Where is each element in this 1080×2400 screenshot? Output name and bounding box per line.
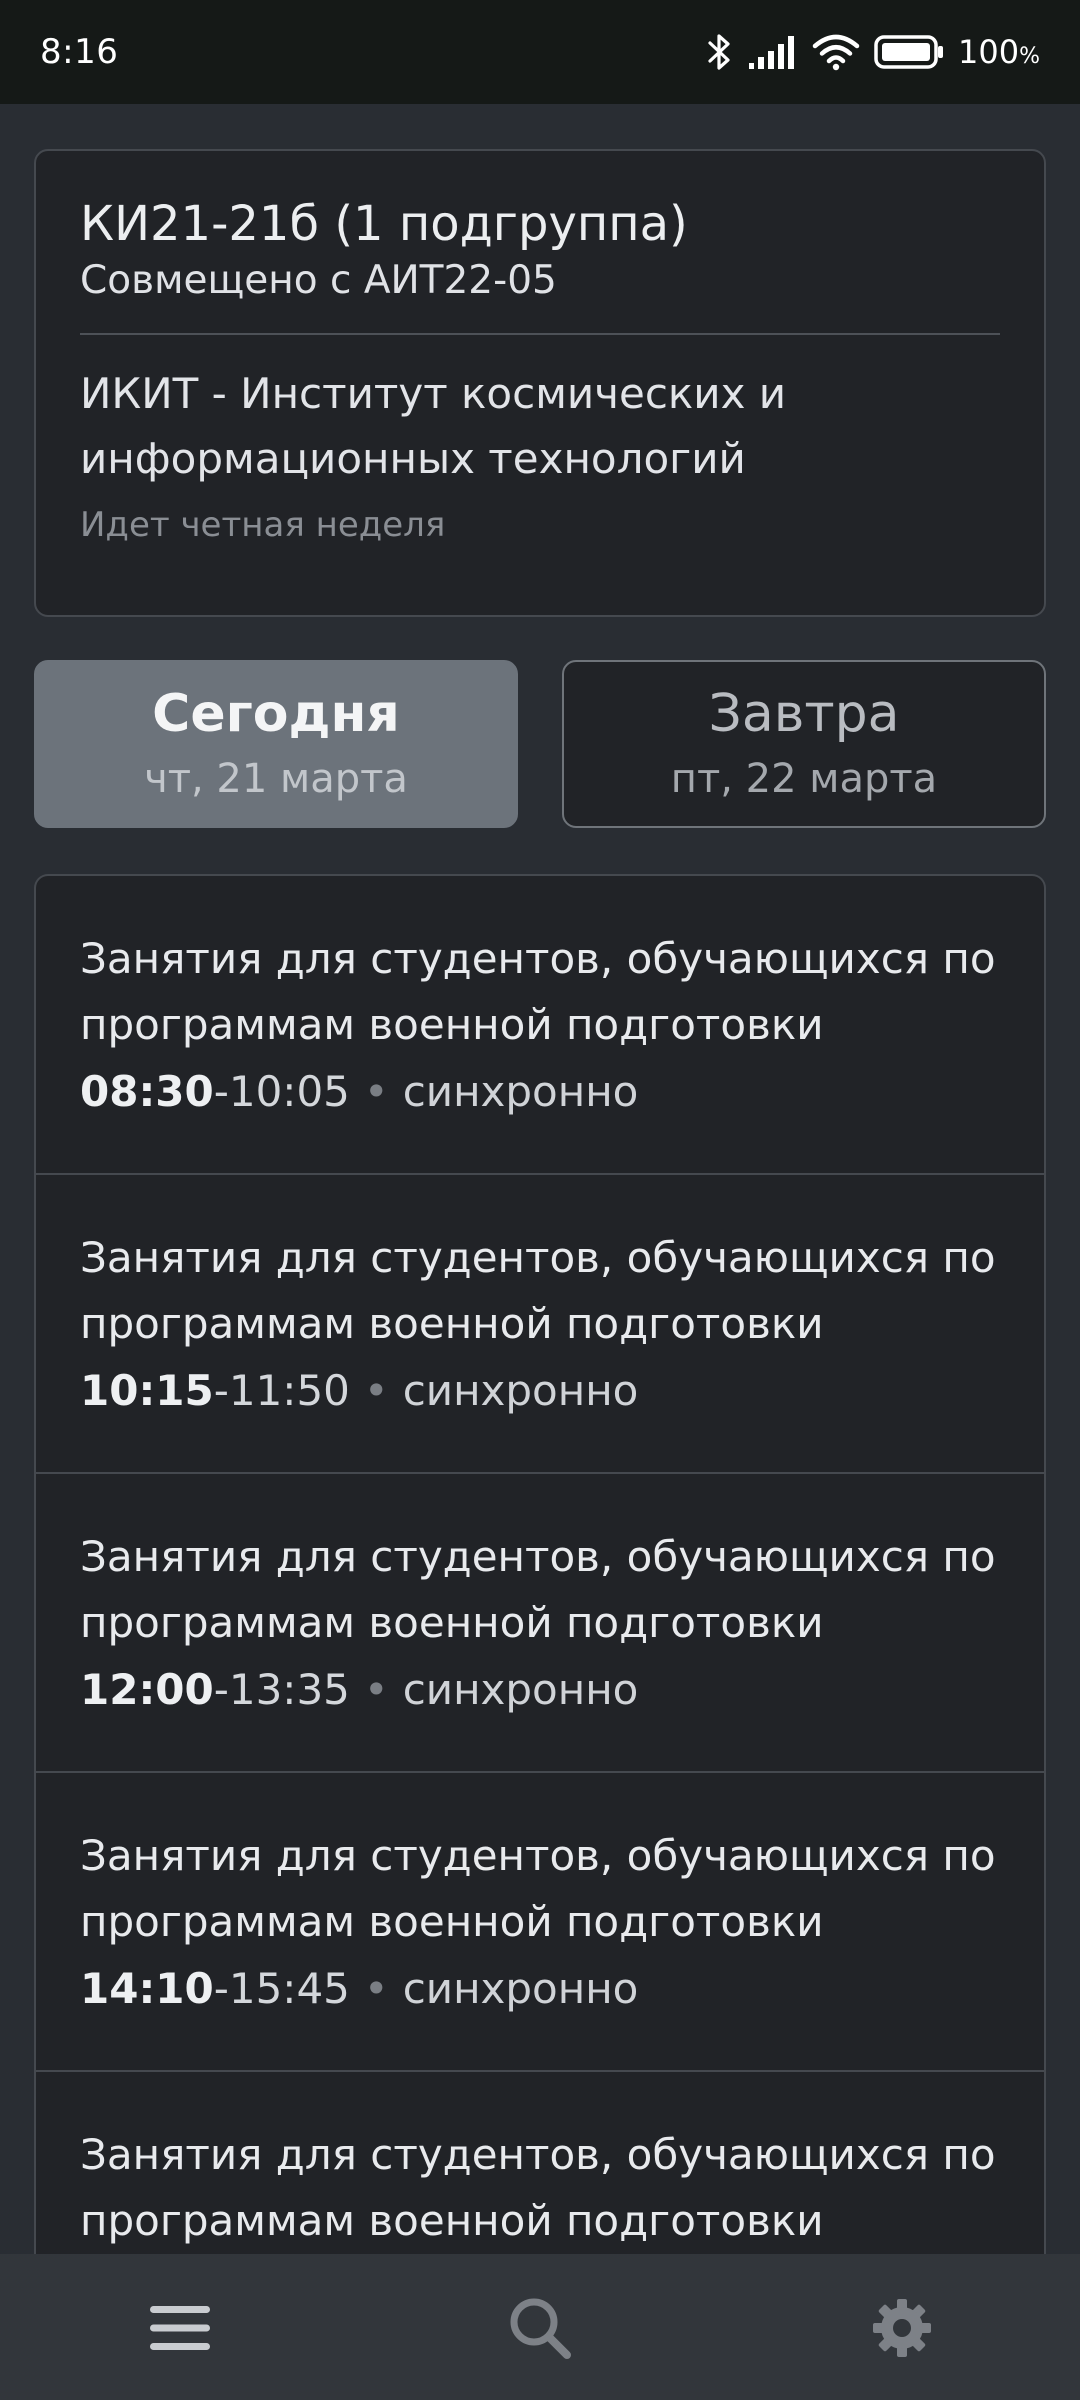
group-title: КИ21-21б (1 подгруппа) — [80, 196, 688, 252]
bluetooth-icon — [704, 32, 734, 72]
dot-separator: • — [363, 1365, 389, 1415]
lesson-time-separator: - — [213, 1664, 229, 1714]
lesson-time-separator: - — [213, 1963, 229, 2013]
lesson-item[interactable]: Занятия для студентов, обучающихся по пр… — [36, 1773, 1044, 2072]
lesson-time-separator: - — [213, 1365, 229, 1415]
week-parity: Идет четная неделя — [80, 505, 446, 546]
lesson-start-time: 14:10 — [80, 1963, 214, 2013]
lesson-end-time: 13:35 — [228, 1664, 350, 1714]
dot-separator: • — [363, 1066, 389, 1116]
tab-tomorrow-title: Завтра — [708, 684, 900, 745]
lesson-title: Занятия для студентов, обучающихся по пр… — [80, 2130, 996, 2246]
lesson-mode: синхронно — [402, 1066, 639, 1116]
tab-today[interactable]: Сегодня чт, 21 марта — [34, 660, 518, 828]
main-content: КИ21-21б (1 подгруппа) Совмещено с АИТ22… — [0, 104, 1080, 2254]
lesson-item[interactable]: Занятия для студентов, обучающихся по пр… — [36, 876, 1044, 1175]
lesson-time-separator: - — [213, 1066, 229, 1116]
gear-icon — [871, 2297, 933, 2363]
lesson-end-time: 15:45 — [228, 1963, 350, 2013]
lesson-meta: 08:30-10:05 • синхронно — [80, 1065, 1000, 1120]
lesson-item[interactable]: Занятия для студентов, обучающихся по пр… — [36, 2072, 1044, 2254]
menu-button[interactable] — [140, 2290, 220, 2370]
cellular-signal-icon — [748, 34, 798, 70]
lesson-title: Занятия для студентов, обучающихся по пр… — [80, 1233, 996, 1349]
lessons-list[interactable]: Занятия для студентов, обучающихся по пр… — [34, 874, 1046, 2254]
battery-percent-value: 100 — [958, 33, 1020, 71]
lesson-meta: 14:10-15:45 • синхронно — [80, 1962, 1000, 2017]
menu-icon — [148, 2300, 212, 2360]
lesson-mode: синхронно — [402, 1365, 639, 1415]
tab-tomorrow[interactable]: Завтра пт, 22 марта — [562, 660, 1046, 828]
dot-separator: • — [363, 1963, 389, 2013]
lesson-end-time: 11:50 — [228, 1365, 350, 1415]
search-button[interactable] — [500, 2290, 580, 2370]
lesson-meta: 12:00-13:35 • синхронно — [80, 1663, 1000, 1718]
divider — [80, 332, 1000, 335]
group-info-card[interactable]: КИ21-21б (1 подгруппа) Совмещено с АИТ22… — [34, 149, 1046, 617]
bottom-nav — [0, 2254, 1080, 2400]
lesson-start-time: 12:00 — [80, 1664, 214, 1714]
lesson-title: Занятия для студентов, обучающихся по пр… — [80, 1831, 996, 1947]
lesson-start-time: 10:15 — [80, 1365, 214, 1415]
lesson-end-time: 10:05 — [228, 1066, 350, 1116]
search-icon — [507, 2295, 573, 2365]
battery-percent-unit: % — [1019, 44, 1040, 69]
lesson-start-time: 08:30 — [80, 1066, 214, 1116]
group-combined-with: Совмещено с АИТ22-05 — [80, 258, 557, 304]
battery-icon — [874, 34, 944, 70]
lesson-meta: 10:15-11:50 • синхронно — [80, 1364, 1000, 1419]
status-icons: 100% — [704, 32, 1040, 72]
status-time: 8:16 — [40, 32, 119, 72]
day-tabs: Сегодня чт, 21 марта Завтра пт, 22 марта — [34, 660, 1046, 828]
lesson-title: Занятия для студентов, обучающихся по пр… — [80, 1532, 996, 1648]
institute-name: ИКИТ - Институт космических и информацио… — [80, 368, 787, 484]
tab-today-title: Сегодня — [152, 684, 400, 745]
lesson-item[interactable]: Занятия для студентов, обучающихся по пр… — [36, 1474, 1044, 1773]
lesson-item[interactable]: Занятия для студентов, обучающихся по пр… — [36, 1175, 1044, 1474]
status-bar: 8:16 100% — [0, 0, 1080, 104]
battery-percent: 100% — [958, 33, 1040, 71]
lesson-title: Занятия для студентов, обучающихся по пр… — [80, 934, 996, 1050]
wifi-icon — [812, 33, 860, 71]
dot-separator: • — [363, 1664, 389, 1714]
settings-button[interactable] — [862, 2290, 942, 2370]
lesson-mode: синхронно — [402, 1963, 639, 2013]
lesson-mode: синхронно — [402, 1664, 639, 1714]
tab-today-date: чт, 21 марта — [144, 755, 408, 802]
tab-tomorrow-date: пт, 22 марта — [670, 755, 938, 802]
